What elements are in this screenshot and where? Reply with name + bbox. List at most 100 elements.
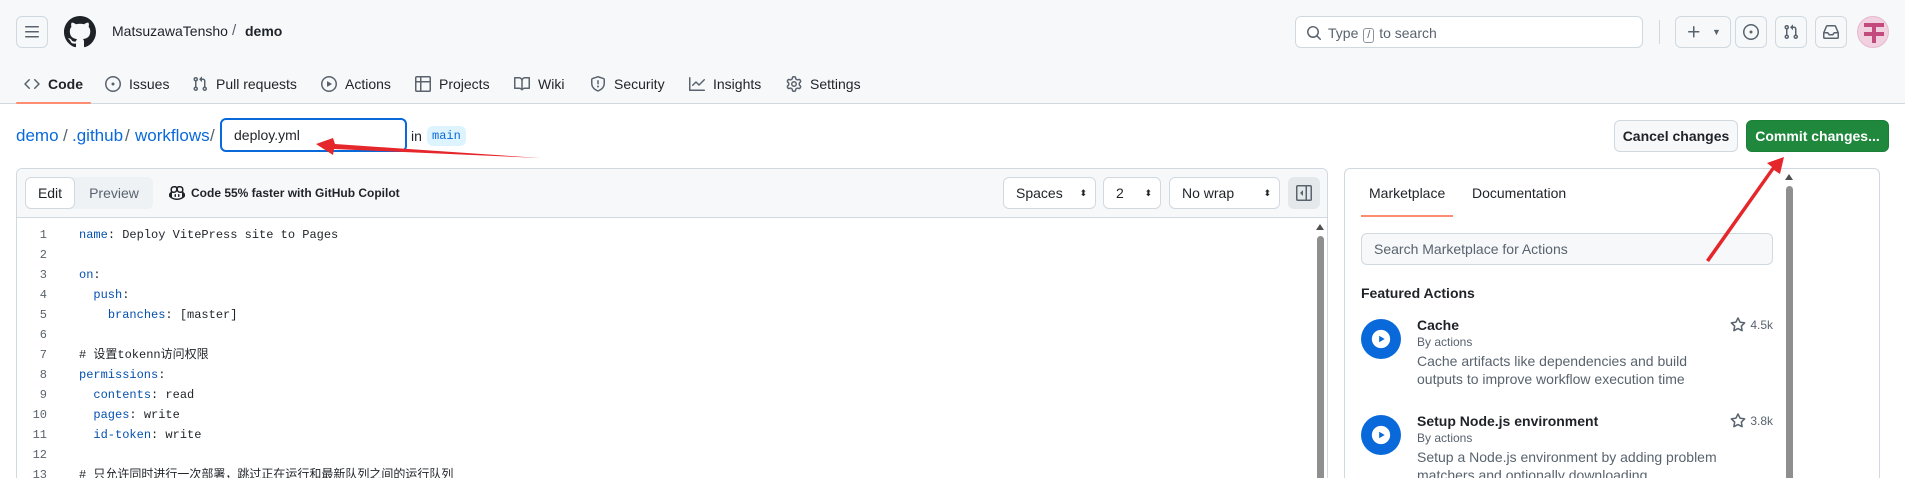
tab-insights[interactable]: Insights (689, 64, 761, 104)
select-arrows-icon: ⬍ (1144, 188, 1152, 198)
yaml-key: branches (107, 308, 166, 322)
scroll-up-arrow-icon[interactable] (1316, 224, 1324, 230)
yaml-key: name (79, 228, 108, 242)
path-separator: / (63, 126, 68, 145)
line-number: 8 (39, 368, 47, 382)
issues-button[interactable] (1735, 16, 1767, 48)
preview-tab[interactable]: Preview (75, 177, 153, 209)
cancel-changes-button[interactable]: Cancel changes (1614, 120, 1738, 152)
select-arrows-icon: ⬍ (1263, 188, 1271, 198)
action-author: By actions (1417, 335, 1473, 349)
line-number: 3 (39, 268, 47, 282)
code-line: 1 name: Deploy VitePress site to Pages (17, 225, 1313, 245)
action-stars: 4.5k (1730, 317, 1773, 333)
issue-icon (1743, 24, 1759, 40)
tab-issues[interactable]: Issues (105, 64, 169, 104)
inbox-icon (1823, 25, 1839, 39)
tab-projects[interactable]: Projects (415, 64, 490, 104)
inbox-button[interactable] (1815, 16, 1847, 48)
shield-icon (591, 76, 605, 92)
tab-security[interactable]: Security (590, 64, 665, 104)
star-icon (1730, 317, 1746, 332)
tab-settings[interactable]: Settings (786, 64, 861, 104)
action-name[interactable]: Setup Node.js environment (1417, 413, 1598, 429)
tab-wiki[interactable]: Wiki (514, 64, 564, 104)
copilot-promo[interactable]: Code 55% faster with GitHub Copilot (169, 185, 400, 201)
code-icon (24, 78, 40, 90)
line-content: contents: read (93, 388, 195, 402)
line-number: 10 (32, 408, 47, 422)
indent-mode-select[interactable]: Spaces ⬍ (1003, 177, 1096, 209)
line-number: 12 (32, 448, 47, 462)
tab-label: Security (614, 76, 665, 92)
user-avatar[interactable] (1857, 16, 1889, 48)
tab-label: Actions (345, 76, 391, 92)
search-prefix: Type (1328, 25, 1359, 41)
table-icon (415, 76, 431, 92)
path-link-github[interactable]: .github (72, 126, 123, 146)
line-content: push: (93, 288, 130, 302)
code-editor: Edit Preview Code 55% faster with GitHub… (16, 168, 1328, 478)
owner-link[interactable]: MatsuzawaTensho (112, 23, 228, 39)
scrollbar-thumb[interactable] (1317, 236, 1324, 478)
global-search-input[interactable]: Type / to search (1295, 16, 1643, 48)
repo-link[interactable]: demo (245, 23, 282, 39)
sidebar-tabs: Marketplace Documentation (1345, 169, 1879, 217)
tab-code[interactable]: Code (16, 64, 91, 104)
action-card[interactable]: Cache By actions Cache artifacts like de… (1361, 317, 1773, 397)
create-new-button[interactable]: ▼ (1675, 16, 1731, 48)
yaml-key: on (79, 268, 94, 282)
wrap-mode-value: No wrap (1182, 185, 1235, 201)
tab-label: Code (48, 76, 83, 92)
yaml-key: push (93, 288, 123, 302)
filename-input[interactable]: deploy.yml (220, 118, 407, 152)
commit-changes-button[interactable]: Commit changes... (1746, 120, 1889, 152)
code-area[interactable]: 1 name: Deploy VitePress site to Pages 2 … (17, 218, 1313, 478)
sidebar-expand-icon (1296, 185, 1312, 201)
tab-label: Wiki (538, 76, 565, 92)
tab-label: Settings (810, 76, 861, 92)
editor-scrollbar[interactable] (1313, 218, 1327, 478)
code-line: 6 (17, 325, 1313, 345)
path-separator: / (210, 126, 215, 145)
sidebar-scrollbar[interactable] (1782, 168, 1797, 478)
edit-tab[interactable]: Edit (25, 177, 75, 209)
toggle-sidebar-button[interactable] (1288, 177, 1320, 209)
indent-size-select[interactable]: 2 ⬍ (1103, 177, 1161, 209)
copilot-icon (169, 185, 185, 201)
action-stars: 3.8k (1730, 413, 1773, 429)
indent-mode-value: Spaces (1016, 185, 1063, 201)
tab-marketplace[interactable]: Marketplace (1360, 185, 1454, 217)
pull-requests-button[interactable] (1775, 16, 1807, 48)
code-line: 9 contents: read (17, 385, 1313, 405)
action-name[interactable]: Cache (1417, 317, 1459, 333)
indent-size-value: 2 (1116, 185, 1124, 201)
path-link-workflows[interactable]: workflows (135, 126, 210, 146)
code-line: 11 id-token: write (17, 425, 1313, 445)
action-description: Cache artifacts like dependencies and bu… (1417, 353, 1688, 387)
code-line: 13 # 只允许同时进行一次部署，跳过正在运行和最新队列之间的运行队列 (17, 465, 1313, 478)
line-content: on: (79, 268, 101, 282)
book-icon (514, 76, 530, 91)
path-link-repo[interactable]: demo (16, 126, 59, 146)
line-content: id-token: write (93, 428, 202, 442)
action-description: Setup a Node.js environment by adding pr… (1417, 449, 1717, 478)
menu-button[interactable] (16, 16, 48, 48)
select-arrows-icon: ⬍ (1079, 188, 1087, 198)
editor-toolbar: Edit Preview Code 55% faster with GitHub… (17, 169, 1327, 218)
tab-actions[interactable]: Actions (321, 64, 391, 104)
tab-documentation[interactable]: Documentation (1472, 185, 1566, 201)
line-number: 5 (39, 308, 47, 322)
marketplace-search-input[interactable]: Search Marketplace for Actions (1361, 233, 1773, 265)
line-number: 2 (39, 248, 47, 262)
line-number: 6 (39, 328, 47, 342)
line-content: # 设置tokenn访问权限 (79, 348, 209, 362)
scrollbar-thumb[interactable] (1786, 186, 1793, 478)
wrap-mode-select[interactable]: No wrap ⬍ (1169, 177, 1280, 209)
edit-preview-toggle: Edit Preview (25, 177, 153, 209)
code-line: 5 branches: [master] (17, 305, 1313, 325)
action-card[interactable]: Setup Node.js environment By actions Set… (1361, 413, 1773, 478)
tab-pull-requests[interactable]: Pull requests (192, 64, 297, 104)
github-logo-icon[interactable] (64, 16, 96, 48)
scroll-up-arrow-icon[interactable] (1785, 174, 1793, 180)
